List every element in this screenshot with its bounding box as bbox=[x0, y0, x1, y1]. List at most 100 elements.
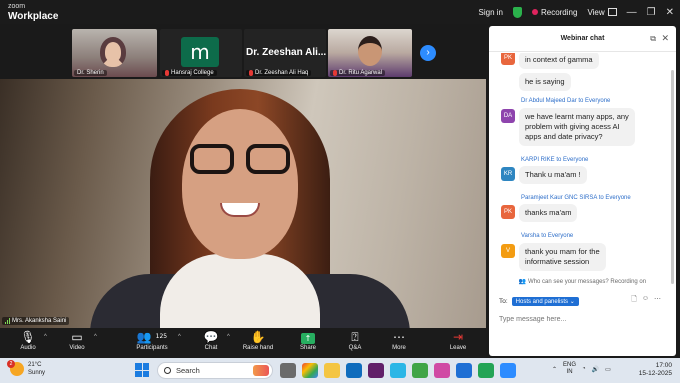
active-speaker-video: Mrs. Akanksha Saini bbox=[0, 79, 486, 328]
message-bubble: he is saying bbox=[519, 73, 571, 91]
signal-icon bbox=[5, 318, 10, 324]
close-window-button[interactable]: ✕ bbox=[666, 7, 674, 18]
zoom-logo: zoom Workplace bbox=[8, 2, 58, 22]
language-indicator[interactable]: ENG IN bbox=[563, 362, 576, 376]
title-bar-actions: Sign in Recording View — ❐ ✕ bbox=[479, 3, 674, 21]
search-icon bbox=[164, 367, 171, 374]
wifi-icon[interactable]: ◔ bbox=[582, 366, 586, 372]
privacy-note[interactable]: 👥 Who can see your messages? Recording o… bbox=[489, 278, 676, 285]
more-options-icon[interactable]: ⋯ bbox=[654, 295, 661, 306]
title-bar: zoom Workplace Sign in Recording View — … bbox=[0, 0, 680, 24]
participant-video bbox=[358, 36, 382, 66]
avatar: KR bbox=[501, 167, 515, 181]
chat-options-chevron-icon[interactable]: ^ bbox=[227, 334, 230, 340]
chrome-icon[interactable] bbox=[302, 363, 318, 378]
slack-icon[interactable] bbox=[368, 363, 384, 378]
chat-button[interactable]: 💬 Chat bbox=[191, 330, 231, 351]
record-dot-icon bbox=[531, 9, 538, 15]
file-icon[interactable]: 🗋 bbox=[631, 295, 637, 306]
share-screen-icon: ↑ bbox=[301, 333, 315, 344]
participants-icon: 👥 125 bbox=[136, 330, 168, 344]
excel-icon[interactable] bbox=[478, 363, 494, 378]
chevron-up-icon[interactable]: ⌃ bbox=[552, 366, 557, 373]
audio-button[interactable]: 🎙 Audio bbox=[8, 330, 48, 351]
weather-desc: Sunny bbox=[28, 370, 46, 376]
brand-line2: Workplace bbox=[8, 11, 59, 22]
outlook-icon[interactable] bbox=[456, 363, 472, 378]
chat-icon: 💬 bbox=[203, 330, 219, 344]
leave-button[interactable]: ⇥ Leave bbox=[438, 330, 478, 351]
task-view-icon[interactable] bbox=[280, 363, 296, 378]
avatar: V bbox=[501, 244, 515, 258]
sign-in-button[interactable]: Sign in bbox=[479, 8, 503, 17]
view-label: View bbox=[587, 7, 605, 17]
chat-title: Webinar chat bbox=[560, 35, 605, 42]
participant-tile[interactable]: Dr. Sherin bbox=[72, 29, 157, 77]
system-tray: ⌃ ENG IN ◔ 🔊 ▭ bbox=[552, 362, 611, 376]
edge-icon[interactable] bbox=[390, 363, 406, 378]
message-bubble: thank you mam for the informative sessio… bbox=[519, 243, 606, 271]
app-icon[interactable] bbox=[412, 363, 428, 378]
windows-start-icon[interactable] bbox=[135, 363, 149, 377]
share-button[interactable]: ↑ Share bbox=[288, 330, 328, 351]
zoom-icon[interactable] bbox=[500, 363, 516, 378]
chat-messages: PK in context of gamma he is saying Dr A… bbox=[489, 53, 670, 275]
participant-big-name: Dr. Zeeshan Ali... bbox=[246, 47, 326, 58]
people-icon: 👥 bbox=[518, 279, 527, 285]
shield-icon[interactable] bbox=[512, 6, 522, 18]
weather-temp: 21°C bbox=[28, 362, 42, 368]
copilot-icon[interactable] bbox=[434, 363, 450, 378]
avatar: PK bbox=[501, 205, 515, 219]
store-icon[interactable] bbox=[346, 363, 362, 378]
meeting-toolbar: 🎙 Audio ^ ▭ Video ^ 👥 125 Participants ^… bbox=[0, 328, 486, 358]
chat-scrollbar[interactable] bbox=[671, 70, 674, 284]
taskbar-search[interactable]: Search bbox=[157, 362, 273, 379]
next-page-chevron-icon[interactable]: › bbox=[420, 45, 436, 61]
taskbar-apps bbox=[280, 363, 516, 378]
weather-widget[interactable]: 2 21°C Sunny bbox=[7, 360, 46, 377]
participant-tile[interactable]: m Hansraj College bbox=[160, 29, 242, 77]
battery-icon[interactable]: ▭ bbox=[605, 366, 611, 373]
view-button[interactable]: View bbox=[587, 7, 617, 17]
message-sender: Paramjeet Kaur GNC SIRSA to Everyone bbox=[521, 195, 631, 201]
date: 15-12-2025 bbox=[638, 370, 672, 377]
recording-label: Recording bbox=[540, 7, 578, 17]
qa-button[interactable]: ⍰ Q&A bbox=[335, 330, 375, 351]
participant-tile[interactable]: Dr. Zeeshan Ali... Dr. Zeeshan Ali Haq bbox=[244, 29, 326, 77]
participant-name: Dr. Ritu Agarwal bbox=[330, 70, 386, 76]
message-bubble: Thank u ma'am ! bbox=[519, 166, 587, 184]
mic-muted-icon bbox=[249, 70, 253, 76]
grid-icon bbox=[607, 8, 617, 16]
recipient-dropdown[interactable]: Hosts and panelists ⌄ bbox=[511, 296, 579, 306]
popout-icon[interactable]: ⧉ bbox=[650, 34, 656, 44]
participants-options-chevron-icon[interactable]: ^ bbox=[178, 334, 181, 340]
file-explorer-icon[interactable] bbox=[324, 363, 340, 378]
sun-icon: 2 bbox=[7, 360, 24, 376]
avatar: PK bbox=[501, 53, 515, 65]
chat-header: Webinar chat ⧉ ✕ bbox=[489, 26, 676, 52]
message-bubble: we have learnt many apps, any problem wi… bbox=[519, 108, 635, 146]
leave-door-icon: ⇥ bbox=[452, 330, 464, 344]
search-highlight-icon bbox=[253, 365, 269, 376]
video-options-chevron-icon[interactable]: ^ bbox=[94, 334, 97, 340]
raise-hand-button[interactable]: ✋ Raise hand bbox=[238, 330, 278, 351]
camera-icon: ▭ bbox=[71, 330, 83, 344]
volume-icon[interactable]: 🔊 bbox=[592, 366, 599, 373]
restore-button[interactable]: ❐ bbox=[647, 7, 656, 18]
windows-taskbar: 2 21°C Sunny Search ⌃ ENG IN ◔ 🔊 ▭ 17:00… bbox=[0, 358, 680, 383]
avatar: DA bbox=[501, 109, 515, 123]
clock[interactable]: 17:00 15-12-2025 bbox=[639, 362, 672, 378]
emoji-icon[interactable]: ☺ bbox=[642, 295, 649, 306]
participant-tile[interactable]: Dr. Ritu Agarwal bbox=[328, 29, 412, 77]
participants-button[interactable]: 👥 125 Participants bbox=[130, 330, 174, 351]
audio-options-chevron-icon[interactable]: ^ bbox=[44, 334, 47, 340]
mic-muted-icon bbox=[333, 70, 337, 76]
close-icon[interactable]: ✕ bbox=[661, 33, 669, 44]
chat-message-input[interactable] bbox=[499, 312, 667, 326]
participant-video bbox=[100, 37, 126, 67]
video-button[interactable]: ▭ Video bbox=[57, 330, 97, 351]
recording-indicator[interactable]: Recording bbox=[531, 7, 578, 17]
minimize-button[interactable]: — bbox=[627, 7, 637, 18]
hand-icon: ✋ bbox=[250, 330, 266, 344]
more-button[interactable]: ⋯ More bbox=[379, 330, 419, 351]
